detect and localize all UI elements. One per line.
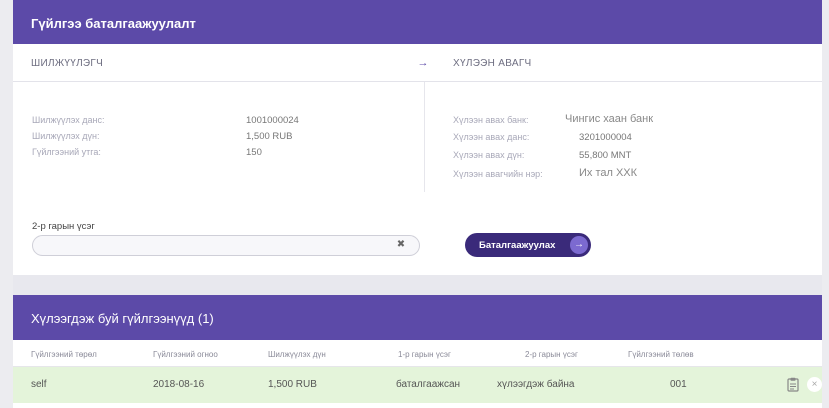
sender-account-label: Шилжүүлэх данс: [32, 115, 105, 125]
receiver-account-label: Хүлээн авах данс: [453, 132, 530, 142]
sender-account-value: 1001000024 [246, 115, 299, 126]
pending-title: Хүлээгдэж буй гүйлгээнүүд (1) [13, 295, 822, 340]
column-header-type: Гүйлгээний төрөл [31, 350, 97, 359]
receiver-bank-value: Чингис хаан банк [565, 113, 654, 125]
receiver-account-value: 3201000004 [579, 132, 632, 143]
confirmation-panel: Гүйлгээ баталгаажуулалт ШИЛЖҮҮЛЭГЧ → ХҮЛ… [13, 0, 822, 275]
cell-status: 001 [670, 379, 687, 390]
remove-row-icon[interactable]: × [807, 377, 822, 392]
second-signature-input[interactable] [32, 235, 420, 256]
sender-amount-value: 1,500 RUB [246, 131, 293, 142]
sender-amount-label: Шилжүүлэх дүн: [32, 131, 100, 141]
sender-description-label: Гүйлгээний утга: [32, 147, 101, 157]
receiver-heading: ХҮЛЭЭН АВАГЧ [423, 44, 822, 82]
cell-first-signature: баталгаажсан [396, 379, 461, 390]
table-row[interactable]: self 2018-08-16 1,500 RUB баталгаажсан х… [13, 367, 822, 403]
cell-second-signature: хүлээгдэж байна [497, 379, 575, 390]
pending-transactions-panel: Хүлээгдэж буй гүйлгээнүүд (1) Гүйлгээний… [13, 295, 822, 408]
sender-description-value: 150 [246, 147, 262, 158]
receiver-name-label: Хүлээн авагчийн нэр: [453, 169, 543, 179]
clear-input-icon[interactable]: ✖ [394, 238, 408, 252]
cell-date: 2018-08-16 [153, 379, 205, 390]
confirm-button[interactable]: Баталгаажуулах → [465, 233, 591, 257]
column-header-second-signature: 2-р гарын үсэг [525, 350, 578, 359]
table-header-row: Гүйлгээний төрөл Гүйлгээний огноо Шилжүү… [13, 340, 822, 367]
column-header-date: Гүйлгээний огноо [153, 350, 218, 359]
column-header-first-signature: 1-р гарын үсэг [398, 350, 451, 359]
column-header-amount: Шилжүүлэх дүн [268, 350, 326, 359]
column-divider [424, 82, 425, 192]
cell-amount: 1,500 RUB [268, 379, 317, 390]
receiver-amount-label: Хүлээн авах дүн: [453, 150, 525, 160]
page-title: Гүйлгээ баталгаажуулалт [13, 0, 822, 44]
column-header-status: Гүйлгээний төлөв [628, 350, 694, 359]
confirm-button-label: Баталгаажуулах [479, 240, 556, 251]
arrow-right-icon: → [570, 236, 588, 254]
receiver-amount-value: 55,800 MNT [579, 150, 632, 161]
sender-heading: ШИЛЖҮҮЛЭГЧ [13, 44, 423, 82]
second-signature-label: 2-р гарын үсэг [32, 221, 95, 232]
section-spacer [13, 275, 822, 295]
receiver-name-value: Их тал ХХК [579, 167, 638, 179]
receiver-bank-label: Хүлээн авах банк: [453, 115, 529, 125]
clipboard-icon[interactable] [787, 377, 799, 392]
cell-type: self [31, 379, 47, 390]
